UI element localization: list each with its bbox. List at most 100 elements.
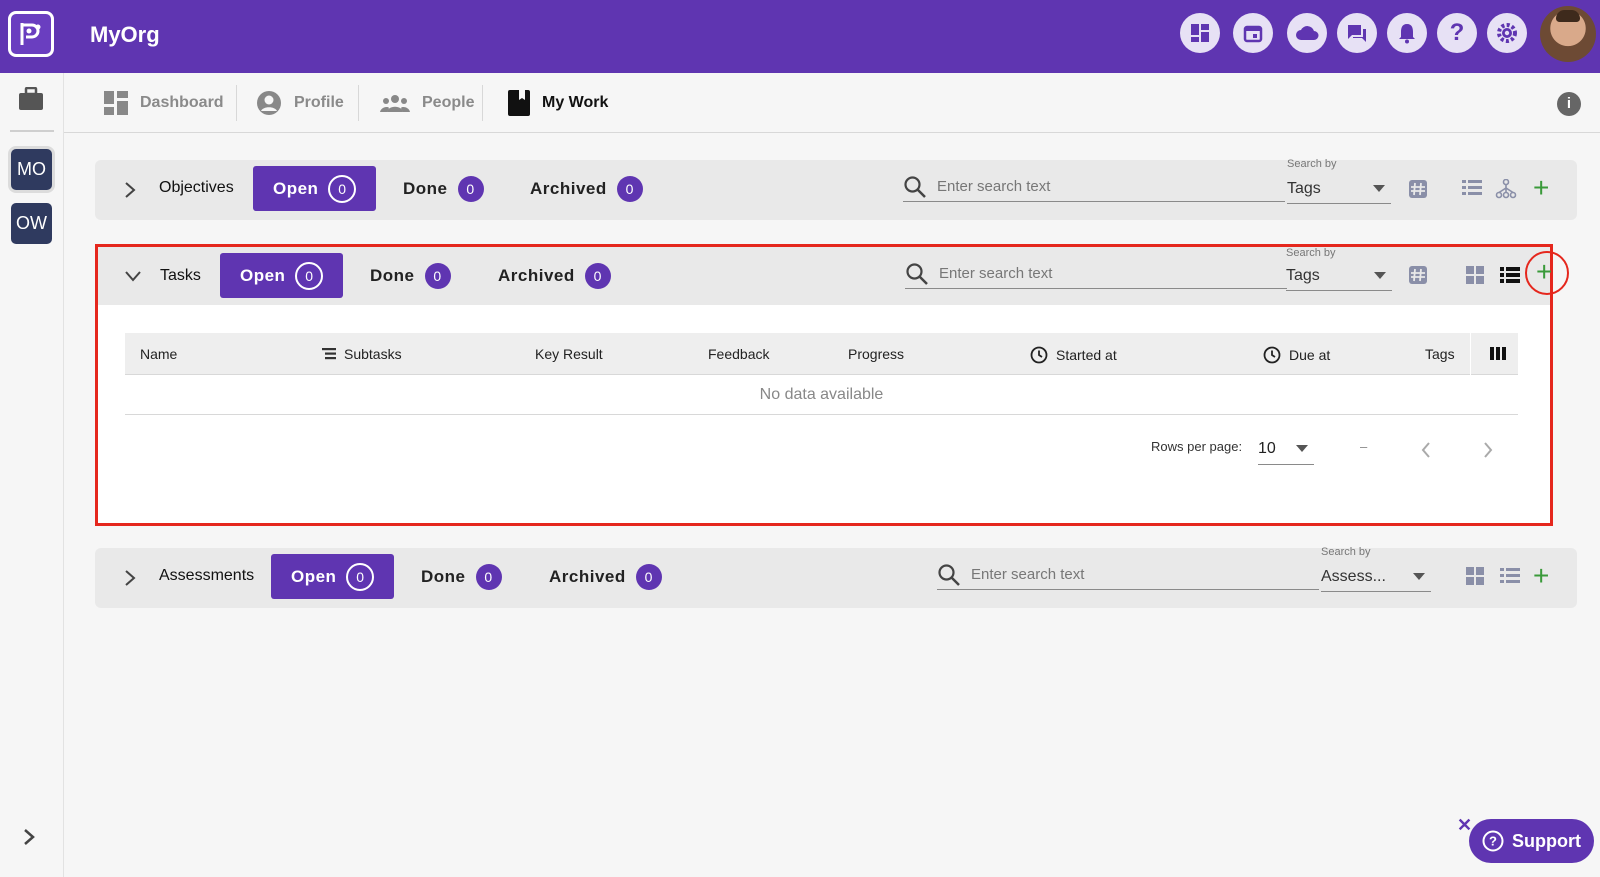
- bell-icon[interactable]: [1387, 13, 1427, 53]
- column-header-feedback[interactable]: Feedback: [708, 346, 769, 362]
- next-page-icon[interactable]: [1482, 441, 1494, 459]
- hashtag-icon[interactable]: [1408, 265, 1428, 285]
- nav-profile[interactable]: Profile: [256, 73, 344, 133]
- chevron-right-icon[interactable]: [123, 181, 137, 199]
- nav-my-work[interactable]: My Work: [508, 73, 608, 133]
- info-icon[interactable]: i: [1557, 92, 1581, 116]
- help-icon[interactable]: ?: [1437, 13, 1477, 53]
- rows-per-page-select[interactable]: 10: [1258, 433, 1314, 465]
- tab-count-badge: 0: [475, 563, 502, 590]
- hierarchy-icon[interactable]: [1495, 179, 1517, 199]
- search-by-label: Search by: [1286, 247, 1336, 259]
- notebook-icon: [508, 90, 530, 116]
- tasks-panel-body: Tasks Open 0 Done 0 Archived 0 Search by…: [98, 247, 1569, 523]
- grid-view-icon[interactable]: [1466, 567, 1484, 585]
- previous-page-icon[interactable]: [1420, 441, 1432, 459]
- tasks-tab-open[interactable]: Open 0: [220, 253, 344, 298]
- search-input[interactable]: [971, 566, 1301, 583]
- objectives-tab-done[interactable]: Done 0: [383, 166, 504, 211]
- tab-label: Done: [370, 265, 415, 285]
- assessments-tab-done[interactable]: Done 0: [401, 554, 522, 599]
- tasks-panel: Tasks Open 0 Done 0 Archived 0 Search by…: [95, 244, 1569, 526]
- column-header-tags[interactable]: Tags: [1425, 346, 1455, 362]
- cloud-icon[interactable]: [1287, 13, 1327, 53]
- assessments-panel: Assessments Open 0 Done 0 Archived 0 Sea…: [95, 546, 1577, 608]
- tasks-table-header: Name Subtasks Key Result Feedback Progre…: [125, 333, 1518, 375]
- assessments-tab-open[interactable]: Open 0: [271, 554, 395, 599]
- search-by-value: Tags: [1287, 179, 1321, 197]
- search-by-select[interactable]: Assess...: [1321, 562, 1431, 592]
- left-rail: MO OW: [0, 73, 64, 877]
- settings-icon[interactable]: [1487, 13, 1527, 53]
- column-header-subtasks[interactable]: Subtasks: [322, 346, 402, 362]
- tab-label: Done: [421, 566, 466, 586]
- column-label: Feedback: [708, 346, 770, 362]
- list-view-icon[interactable]: [1500, 267, 1520, 283]
- tab-label: Open: [273, 178, 319, 198]
- list-view-icon[interactable]: [1500, 567, 1520, 585]
- rows-per-page-value: 10: [1258, 439, 1276, 457]
- search-by-label: Search by: [1321, 546, 1371, 558]
- nav-people[interactable]: People: [380, 73, 474, 133]
- nav-separator: [236, 85, 237, 121]
- search-by-select[interactable]: Tags: [1286, 261, 1392, 291]
- assessments-title: Assessments: [159, 567, 255, 584]
- top-bar: MyOrg ?: [0, 0, 1600, 73]
- add-objective-button[interactable]: +: [1533, 174, 1549, 202]
- column-header-key-result[interactable]: Key Result: [535, 346, 603, 362]
- column-label: Subtasks: [344, 346, 402, 362]
- nav-separator: [482, 85, 483, 121]
- tab-label: Archived: [530, 178, 607, 198]
- account-icon: [257, 91, 281, 115]
- tab-label: Done: [403, 178, 448, 198]
- tab-count-badge: 0: [635, 563, 662, 590]
- search-by-select[interactable]: Tags: [1287, 174, 1391, 204]
- list-view-icon[interactable]: [1462, 179, 1482, 197]
- user-avatar[interactable]: [1540, 6, 1596, 62]
- grid-icon: [104, 91, 128, 115]
- assessments-search: [937, 560, 1319, 590]
- chevron-down-icon[interactable]: [124, 269, 142, 283]
- svg-text:?: ?: [1489, 834, 1497, 849]
- chevron-down-icon: [1413, 573, 1425, 580]
- tasks-tab-archived[interactable]: Archived 0: [478, 253, 631, 298]
- grid-view-icon[interactable]: [1466, 266, 1484, 284]
- column-label: Progress: [848, 346, 905, 362]
- objectives-tab-open[interactable]: Open 0: [253, 166, 377, 211]
- calendar-icon[interactable]: [1233, 13, 1273, 53]
- tab-count-badge: 0: [616, 175, 643, 202]
- hashtag-icon[interactable]: [1408, 179, 1428, 199]
- chat-icon[interactable]: [1337, 13, 1377, 53]
- columns-icon[interactable]: [1490, 347, 1506, 360]
- search-input[interactable]: [939, 265, 1269, 282]
- column-header-name[interactable]: Name: [140, 346, 177, 362]
- tab-label: Archived: [549, 566, 626, 586]
- search-icon: [906, 262, 928, 285]
- sub-navigation: Dashboard Profile People My Work: [64, 73, 1600, 133]
- help-circle-icon: ?: [1482, 830, 1504, 852]
- app-logo[interactable]: [8, 11, 54, 57]
- nav-dashboard[interactable]: Dashboard: [104, 73, 224, 133]
- briefcase-icon[interactable]: [18, 86, 44, 116]
- tasks-tab-done[interactable]: Done 0: [350, 253, 471, 298]
- org-badge-mo[interactable]: MO: [11, 149, 52, 190]
- column-header-started-at[interactable]: Started at: [1030, 346, 1117, 364]
- dashboard-icon[interactable]: [1180, 13, 1220, 53]
- tab-count-badge: 0: [295, 261, 324, 290]
- nav-profile-label: Profile: [294, 94, 344, 111]
- search-input[interactable]: [937, 178, 1267, 195]
- expand-rail-icon[interactable]: [22, 828, 36, 851]
- chevron-right-icon[interactable]: [123, 569, 137, 587]
- assessments-tab-archived[interactable]: Archived 0: [529, 554, 682, 599]
- chevron-down-icon: [1374, 272, 1386, 279]
- column-header-due-at[interactable]: Due at: [1263, 346, 1330, 364]
- add-task-button[interactable]: +: [1536, 258, 1552, 286]
- column-header-progress[interactable]: Progress: [848, 346, 904, 362]
- objectives-tab-archived[interactable]: Archived 0: [510, 166, 663, 211]
- tasks-panel-header: Tasks Open 0 Done 0 Archived 0 Search by…: [98, 247, 1569, 305]
- column-label: Name: [140, 346, 178, 362]
- org-badge-ow[interactable]: OW: [11, 203, 52, 244]
- support-button[interactable]: ? Support: [1469, 819, 1594, 863]
- tab-count-badge: 0: [584, 262, 611, 289]
- add-assessment-button[interactable]: +: [1533, 562, 1549, 590]
